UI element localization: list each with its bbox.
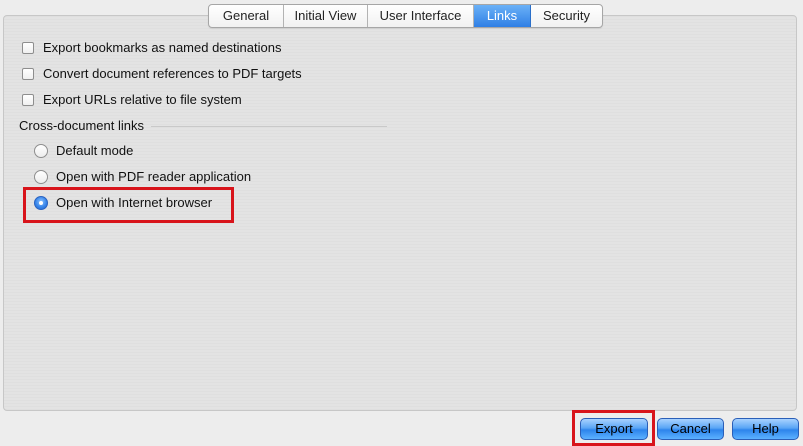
pdf-reader-option[interactable]: Open with PDF reader application bbox=[34, 169, 251, 184]
export-urls-option[interactable]: Export URLs relative to file system bbox=[22, 92, 242, 107]
tab-user-interface[interactable]: User Interface bbox=[368, 5, 474, 27]
default-mode-radio[interactable] bbox=[34, 143, 48, 158]
convert-references-checkbox[interactable] bbox=[22, 67, 34, 80]
tab-bar: General Initial View User Interface Link… bbox=[208, 4, 603, 28]
convert-references-option[interactable]: Convert document references to PDF targe… bbox=[22, 66, 302, 81]
section-divider bbox=[151, 126, 387, 127]
pdf-reader-label: Open with PDF reader application bbox=[56, 169, 252, 184]
cross-document-links-heading: Cross-document links bbox=[19, 118, 144, 133]
cancel-button[interactable]: Cancel bbox=[657, 418, 724, 440]
default-mode-label: Default mode bbox=[56, 143, 134, 158]
export-bookmarks-label: Export bookmarks as named destinations bbox=[43, 40, 282, 55]
convert-references-label: Convert document references to PDF targe… bbox=[43, 66, 302, 81]
tab-links[interactable]: Links bbox=[474, 5, 531, 27]
tab-initial-view[interactable]: Initial View bbox=[284, 5, 368, 27]
export-button-highlight bbox=[572, 410, 655, 446]
tab-general[interactable]: General bbox=[209, 5, 284, 27]
default-mode-option[interactable]: Default mode bbox=[34, 143, 133, 158]
export-dialog: General Initial View User Interface Link… bbox=[0, 0, 803, 446]
export-urls-label: Export URLs relative to file system bbox=[43, 92, 242, 107]
export-bookmarks-option[interactable]: Export bookmarks as named destinations bbox=[22, 40, 281, 55]
help-button[interactable]: Help bbox=[732, 418, 799, 440]
export-urls-checkbox[interactable] bbox=[22, 93, 34, 106]
tab-security[interactable]: Security bbox=[531, 5, 602, 27]
pdf-reader-radio[interactable] bbox=[34, 169, 48, 184]
browser-option-highlight bbox=[23, 187, 234, 223]
export-bookmarks-checkbox[interactable] bbox=[22, 41, 34, 54]
